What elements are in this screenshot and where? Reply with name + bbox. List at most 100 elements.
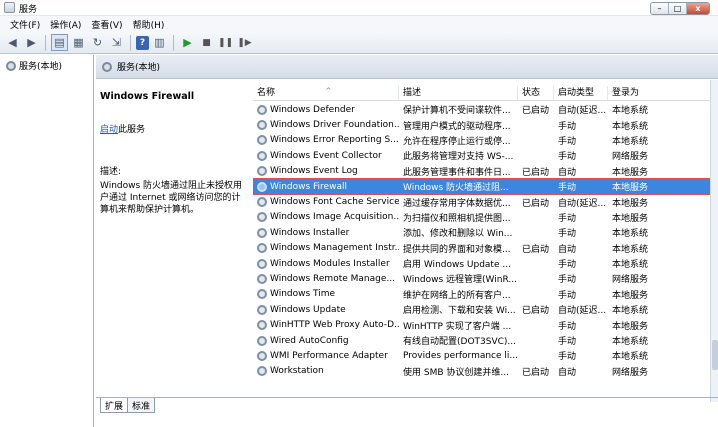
table-row[interactable]: Windows Remote Manage... Windows 远程管理(Win… [253, 271, 712, 286]
service-name-text: Windows Error Reporting S... [270, 135, 399, 146]
console-tree: 服务(本地) [0, 55, 94, 427]
table-row[interactable]: Workstation 使用 SMB 协议创建并维... 已启动 自动 网络服务 [253, 364, 712, 379]
service-gear-icon [257, 273, 267, 284]
menu-view[interactable]: 查看(V) [87, 16, 128, 32]
column-header-name[interactable]: ^ 名称 [253, 86, 399, 100]
minimize-button[interactable]: – [651, 3, 669, 14]
service-log-on-as-cell: 网络服务 [612, 152, 649, 163]
table-row[interactable]: Windows Defender 保护计算机不受间谍软件... 已启动 自动(延迟..… [253, 102, 712, 117]
service-gear-icon [257, 227, 267, 238]
service-startup-type-cell: 手动 [558, 290, 577, 301]
service-name-cell: Windows Time [253, 289, 399, 300]
service-description-cell: 使用 SMB 协议创建并维... [403, 367, 509, 378]
table-row[interactable]: Windows Font Cache Service 通过缓存常用字体数据优...… [253, 194, 712, 209]
service-status-cell: 已启动 [522, 244, 550, 255]
stop-service-icon[interactable]: ■ [198, 34, 215, 51]
table-row[interactable]: Windows Update 启用检测、下载和安装 Wi... 已启动 自动(延迟..… [253, 302, 712, 317]
service-name-cell: Windows Font Cache Service [253, 197, 399, 208]
service-name-text: Windows Event Collector [270, 150, 382, 161]
table-row[interactable]: Windows Error Reporting S... 允许在程序停止运行或停.… [253, 133, 712, 148]
service-gear-icon [257, 135, 267, 146]
table-row[interactable]: Windows Time 维护在网络上的所有客户... 手动 本地服务 [253, 287, 712, 302]
table-row[interactable]: Windows Firewall Windows 防火墙通过阻... 手动 本地服务 [253, 177, 713, 196]
scrollbar-thumb[interactable] [712, 340, 718, 370]
service-gear-icon [257, 166, 267, 177]
table-row[interactable]: Windows Installer 添加、修改和删除以 Win... 手动 本地系统 [253, 225, 712, 240]
service-gear-icon [257, 335, 267, 346]
restart-service-icon[interactable]: ❚▶ [236, 34, 253, 51]
service-startup-type-cell: 手动 [558, 136, 577, 147]
export-list-icon[interactable]: ⇲ [108, 34, 125, 51]
service-startup-type-cell: 自动(延迟... [558, 198, 607, 209]
table-row[interactable]: Windows Management Instr... 提供共同的界面和对象模..… [253, 241, 712, 256]
description-text: Windows 防火墙通过阻止未授权用户通过 Internet 或网络访问您的计… [100, 181, 243, 215]
tab-extended[interactable]: 扩展 [100, 398, 129, 413]
properties-icon[interactable]: ▦ [70, 34, 87, 51]
menu-help[interactable]: 帮助(H) [129, 16, 171, 32]
service-gear-icon [257, 243, 267, 254]
column-header-log-on-as[interactable]: 登录为 [608, 86, 712, 100]
table-row[interactable]: Windows Event Collector 此服务将管理对支持 WS-... 手… [253, 148, 712, 163]
service-description-cell: 通过缓存常用字体数据优... [403, 198, 511, 209]
table-row[interactable]: WMI Performance Adapter Provides performa… [253, 348, 712, 363]
table-row[interactable]: Wired AutoConfig 有线自动配置(DOT3SVC)... 手动 本地系统 [253, 333, 712, 348]
service-log-on-as-cell: 本地服务 [612, 183, 649, 194]
maximize-button[interactable]: □ [669, 3, 687, 14]
column-headers: ^ 名称 描述 状态 启动类型 登录为 [253, 86, 712, 101]
menu-file[interactable]: 文件(F) [6, 16, 46, 32]
service-gear-icon [257, 366, 267, 377]
service-name-text: Workstation [270, 366, 324, 377]
table-row[interactable]: WinHTTP Web Proxy Auto-D... WinHTTP 实现了客户… [253, 317, 712, 332]
column-header-description[interactable]: 描述 [399, 86, 518, 100]
service-name-cell: Wired AutoConfig [253, 335, 399, 346]
service-startup-type-cell: 手动 [558, 229, 577, 240]
service-status-cell: 已启动 [522, 198, 550, 209]
show-hide-pane-icon[interactable]: ▥ [151, 34, 168, 51]
service-name-text: Windows Driver Foundation... [270, 120, 399, 131]
close-button[interactable]: x [687, 3, 709, 14]
column-header-startup-type[interactable]: 启动类型 [554, 86, 608, 100]
table-row[interactable]: Windows Modules Installer 启用 Windows Upda… [253, 256, 712, 271]
services-list: ^ 名称 描述 状态 启动类型 登录为 Windows Defender 保护计算机… [253, 80, 718, 402]
service-log-on-as-cell: 网络服务 [612, 275, 649, 286]
back-arrow-icon[interactable]: ◀ [4, 34, 21, 51]
column-header-status[interactable]: 状态 [518, 86, 554, 100]
forward-arrow-icon[interactable]: ▶ [23, 34, 40, 51]
console-tree-icon[interactable]: ▤ [51, 34, 68, 51]
service-startup-type-cell: 手动 [558, 213, 577, 224]
service-gear-icon [257, 104, 267, 115]
service-status-cell: 已启动 [522, 167, 550, 178]
start-service-link[interactable]: 启动 [100, 125, 118, 135]
service-startup-type-cell: 手动 [558, 352, 577, 363]
vertical-scrollbar[interactable] [710, 80, 718, 402]
table-row[interactable]: Windows Image Acquisition... 为扫描仪和照相机提供图.… [253, 210, 712, 225]
refresh-icon[interactable]: ↻ [89, 34, 106, 51]
service-name-text: WMI Performance Adapter [270, 350, 388, 361]
service-name-cell: Windows Driver Foundation... [253, 120, 399, 131]
service-name-text: Windows Defender [270, 104, 355, 115]
view-tabs: 扩展 标准 [96, 397, 718, 413]
help-icon[interactable]: ? [136, 35, 149, 50]
toolbar-divider [130, 34, 131, 51]
tree-item-services-local[interactable]: 服务(本地) [6, 59, 62, 72]
service-log-on-as-cell: 本地服务 [612, 198, 649, 209]
service-action-line: 启动此服务 [100, 122, 249, 135]
tab-standard[interactable]: 标准 [127, 398, 156, 413]
title-bar: 服务 – □ x [0, 0, 718, 16]
service-name-cell: WMI Performance Adapter [253, 350, 399, 361]
service-startup-type-cell: 手动 [558, 321, 577, 332]
service-description-cell: 提供共同的界面和对象模... [403, 244, 511, 255]
start-service-icon[interactable]: ▶ [179, 34, 196, 51]
service-log-on-as-cell: 本地系统 [612, 106, 649, 117]
service-status-cell: 已启动 [522, 306, 550, 317]
service-startup-type-cell: 手动 [558, 152, 577, 163]
menu-action[interactable]: 操作(A) [46, 16, 87, 32]
service-gear-icon [257, 350, 267, 361]
service-name-cell: Windows Installer [253, 227, 399, 238]
table-row[interactable]: Windows Driver Foundation... 管理用户模式的驱动程序.… [253, 117, 712, 132]
service-log-on-as-cell: 本地系统 [612, 121, 649, 132]
service-name-text: WinHTTP Web Proxy Auto-D... [270, 320, 399, 331]
service-description-cell: 保护计算机不受间谍软件... [403, 106, 511, 117]
table-row[interactable]: Windows Event Log 此服务管理事件和事件日... 已启动 自动 本地服务 [253, 164, 712, 179]
pause-service-icon[interactable]: ❚❚ [217, 34, 234, 51]
